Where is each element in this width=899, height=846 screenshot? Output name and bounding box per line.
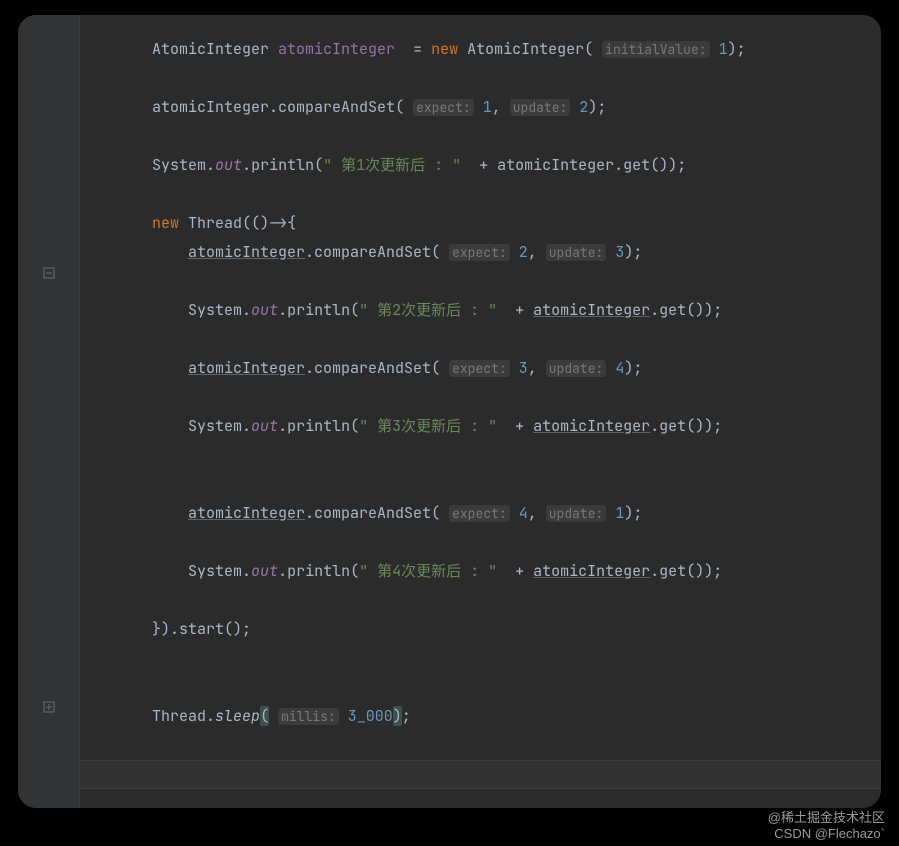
- gutter: [18, 15, 80, 808]
- code-editor[interactable]: AtomicInteger atomicInteger = new Atomic…: [18, 15, 881, 808]
- current-line-highlight: [80, 760, 881, 789]
- fold-mark-lambda-start[interactable]: [43, 267, 55, 279]
- fold-mark-lambda-end[interactable]: [43, 701, 55, 713]
- watermark: @稀土掘金技术社区 CSDN @Flechazo`: [768, 810, 885, 842]
- code-text: AtomicInteger atomicInteger = new Atomic…: [80, 35, 881, 731]
- watermark-line2: CSDN @Flechazo`: [768, 826, 885, 842]
- watermark-line1: @稀土掘金技术社区: [768, 810, 885, 826]
- code-area[interactable]: AtomicInteger atomicInteger = new Atomic…: [80, 15, 881, 808]
